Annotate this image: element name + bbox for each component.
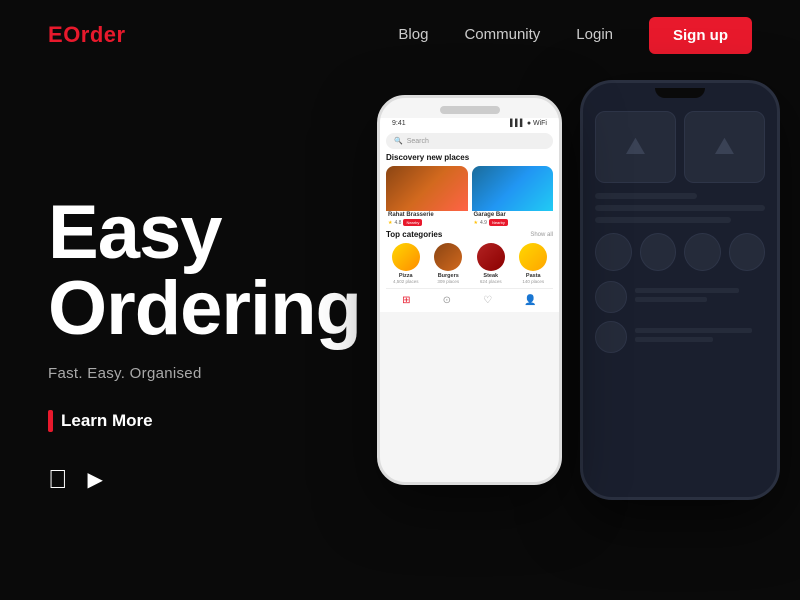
pasta-count: 140 places <box>514 279 554 284</box>
category-grid: Pizza 4,502 places Burgers 309 places St… <box>386 243 553 284</box>
category-burgers[interactable]: Burgers 309 places <box>429 243 469 284</box>
category-pasta[interactable]: Pasta 140 places <box>514 243 554 284</box>
wireframe-line-2 <box>595 205 765 211</box>
learn-more-bar <box>48 410 53 432</box>
wireframe-line-3 <box>595 217 731 223</box>
discover-title: Discovery new places <box>386 153 553 162</box>
wireframe-row-2 <box>595 321 765 353</box>
card-rating-1: ★ 4.8 Nearby <box>386 219 468 226</box>
hero-text: Easy Ordering Fast. Easy. Organised Lear… <box>48 195 388 495</box>
discover-card-2[interactable]: Garage Bar ★ 4.9 Nearby <box>472 166 554 226</box>
wireframe-image-1: ⛰ <box>595 111 676 183</box>
pizza-count: 4,502 places <box>386 279 426 284</box>
pizza-icon <box>392 243 420 271</box>
search-icon: 🔍 <box>394 137 403 145</box>
wireframe-row-lines-1 <box>635 288 765 306</box>
badge-1: Nearby <box>403 219 422 226</box>
mountain-icon-1: ⛰ <box>625 133 645 161</box>
wireframe-row-line-b <box>635 297 707 302</box>
bottom-explore-icon[interactable]: ⊙ <box>443 295 451 306</box>
logo-name: Order <box>63 22 125 47</box>
burgers-icon <box>434 243 462 271</box>
mountain-icon-2: ⛰ <box>714 133 734 161</box>
bottom-home-icon[interactable]: ⊞ <box>402 295 410 306</box>
badge-2: Nearby <box>489 219 508 226</box>
nav-community[interactable]: Community <box>464 26 540 43</box>
logo[interactable]: EOrder <box>48 22 126 48</box>
phone-time: 9:41 <box>392 120 406 127</box>
card-label-1: Rahat Brasserie <box>386 211 468 219</box>
apple-store-icon[interactable]:  <box>48 464 68 495</box>
categories-section: Top categories Show all Pizza 4,502 plac… <box>386 230 553 284</box>
burgers-count: 309 places <box>429 279 469 284</box>
card-label-2: Garage Bar <box>472 211 554 219</box>
categories-header: Top categories Show all <box>386 230 553 239</box>
category-pizza[interactable]: Pizza 4,502 places <box>386 243 426 284</box>
wireframe-rows <box>595 281 765 353</box>
store-icons:  ▶ <box>48 464 388 495</box>
phone-search-bar[interactable]: 🔍 Search <box>386 133 553 149</box>
phones-container: 9:41 ▌▌▌ ● WiFi 🔍 Search Discovery new p… <box>377 80 780 500</box>
phone-screen: 9:41 ▌▌▌ ● WiFi 🔍 Search Discovery new p… <box>380 118 559 312</box>
card-rating-2: ★ 4.9 Nearby <box>472 219 554 226</box>
categories-title: Top categories <box>386 230 442 239</box>
wireframe-line-1 <box>595 193 697 199</box>
wireframe-row-lines-2 <box>635 328 765 346</box>
phone-back-notch <box>655 88 705 98</box>
wireframe-row-line-c <box>635 328 752 333</box>
wireframe-circles <box>595 233 765 271</box>
hero-title: Easy Ordering <box>48 195 388 347</box>
phone-back-notch-area <box>583 83 777 103</box>
steak-icon <box>477 243 505 271</box>
show-all[interactable]: Show all <box>530 232 553 238</box>
discover-grid: Rahat Brasserie ★ 4.8 Nearby Garage Bar … <box>386 166 553 226</box>
rating-text-1: 4.8 <box>394 220 401 226</box>
nav-blog[interactable]: Blog <box>398 26 428 43</box>
phone-signal: ▌▌▌ ● WiFi <box>510 120 547 127</box>
wireframe-row-circle-2 <box>595 321 627 353</box>
learn-more-link[interactable]: Learn More <box>48 410 388 432</box>
phone-back: ⛰ ⛰ <box>580 80 780 500</box>
search-text: Search <box>407 138 429 145</box>
phone-status-bar: 9:41 ▌▌▌ ● WiFi <box>386 118 553 129</box>
star-icon: ★ <box>388 220 392 226</box>
wireframe-image-2: ⛰ <box>684 111 765 183</box>
signup-button[interactable]: Sign up <box>649 17 752 54</box>
wireframe-content: ⛰ ⛰ <box>583 103 777 369</box>
phone-front: 9:41 ▌▌▌ ● WiFi 🔍 Search Discovery new p… <box>377 95 562 485</box>
wireframe-circle-1 <box>595 233 632 271</box>
wireframe-circle-3 <box>684 233 721 271</box>
hero-subtitle: Fast. Easy. Organised <box>48 365 388 382</box>
wireframe-row-line-d <box>635 337 713 342</box>
category-steak[interactable]: Steak 624 places <box>471 243 511 284</box>
wireframe-row-line-a <box>635 288 739 293</box>
drinks-image <box>472 166 554 211</box>
wireframe-row-1 <box>595 281 765 313</box>
nav-login[interactable]: Login <box>576 26 613 43</box>
wireframe-circle-4 <box>729 233 766 271</box>
steak-count: 624 places <box>471 279 511 284</box>
wireframe-circle-2 <box>640 233 677 271</box>
star-icon-2: ★ <box>474 220 478 226</box>
food-image <box>386 166 468 211</box>
logo-prefix: E <box>48 22 63 47</box>
phone-notch <box>440 106 500 114</box>
pasta-icon <box>519 243 547 271</box>
hero-section: Easy Ordering Fast. Easy. Organised Lear… <box>0 70 800 600</box>
phone-bottom-bar: ⊞ ⊙ ♡ 👤 <box>386 288 553 312</box>
rating-text-2: 4.9 <box>480 220 487 226</box>
discover-card-1[interactable]: Rahat Brasserie ★ 4.8 Nearby <box>386 166 468 226</box>
wireframe-row-circle-1 <box>595 281 627 313</box>
bottom-profile-icon[interactable]: 👤 <box>524 295 536 306</box>
play-store-icon[interactable]: ▶ <box>88 467 103 492</box>
wireframe-images: ⛰ ⛰ <box>595 111 765 183</box>
bottom-favorites-icon[interactable]: ♡ <box>483 295 492 306</box>
navbar: EOrder Blog Community Login Sign up <box>0 0 800 70</box>
nav-links: Blog Community Login Sign up <box>398 17 752 54</box>
